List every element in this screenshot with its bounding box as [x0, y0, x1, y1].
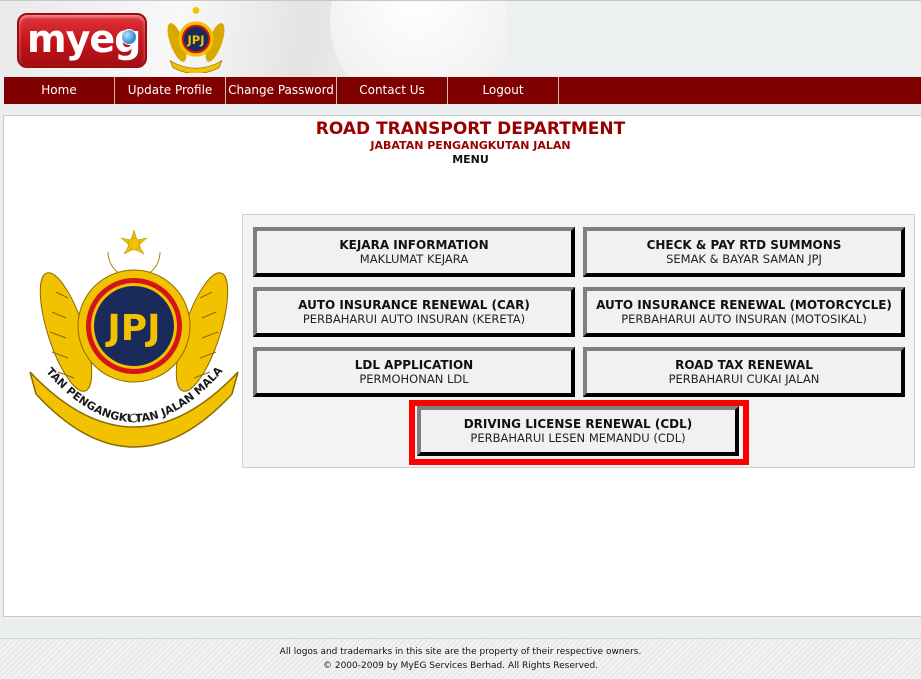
- menu-label-ms: PERBAHARUI AUTO INSURAN (KERETA): [302, 312, 526, 326]
- menu-auto-insurance-car[interactable]: AUTO INSURANCE RENEWAL (CAR) PERBAHARUI …: [253, 287, 575, 337]
- menu-label-en: LDL APPLICATION: [354, 358, 474, 372]
- menu-label-en: DRIVING LICENSE RENEWAL (CDL): [463, 417, 693, 431]
- menu-ldl-application[interactable]: LDL APPLICATION PERMOHONAN LDL: [253, 347, 575, 397]
- page-title: ROAD TRANSPORT DEPARTMENT: [315, 119, 626, 139]
- menu-panel: KEJARA INFORMATION MAKLUMAT KEJARA CHECK…: [242, 214, 915, 468]
- menu-label-en: KEJARA INFORMATION: [339, 238, 489, 252]
- menu-label-en: AUTO INSURANCE RENEWAL (CAR): [298, 298, 530, 312]
- menu-label-en: ROAD TAX RENEWAL: [675, 358, 813, 372]
- header: myeg JPJ: [0, 0, 921, 77]
- nav-home[interactable]: Home: [4, 77, 115, 104]
- footer: All logos and trademarks in this site ar…: [0, 639, 921, 679]
- menu-label-en: CHECK & PAY RTD SUMMONS: [646, 238, 842, 252]
- emblem-letters: JPJ: [104, 308, 160, 349]
- menu-check-pay-summons[interactable]: CHECK & PAY RTD SUMMONS SEMAK & BAYAR SA…: [583, 227, 905, 277]
- main-content: ROAD TRANSPORT DEPARTMENT JABATAN PENGAN…: [3, 115, 921, 617]
- section-label: MENU: [452, 153, 489, 166]
- page-heading: ROAD TRANSPORT DEPARTMENT JABATAN PENGAN…: [4, 119, 921, 167]
- menu-label-ms: PERBAHARUI AUTO INSURAN (MOTOSIKAL): [621, 312, 867, 326]
- menu-label-ms: SEMAK & BAYAR SAMAN JPJ: [666, 252, 822, 266]
- menu-label-ms: MAKLUMAT KEJARA: [359, 252, 469, 266]
- menu-label-ms: PERMOHONAN LDL: [359, 372, 469, 386]
- svg-text:JPJ: JPJ: [186, 33, 204, 47]
- footer-trademark-note: All logos and trademarks in this site ar…: [279, 647, 642, 657]
- menu-driving-license-renewal[interactable]: DRIVING LICENSE RENEWAL (CDL) PERBAHARUI…: [417, 406, 739, 456]
- nav-change-password[interactable]: Change Password: [226, 77, 337, 104]
- myeg-logo[interactable]: myeg: [17, 13, 147, 68]
- footer-divider: [0, 617, 921, 639]
- nav-bar: Home Update Profile Change Password Cont…: [4, 77, 921, 104]
- menu-label-ms: PERBAHARUI CUKAI JALAN: [668, 372, 820, 386]
- menu-kejara-information[interactable]: KEJARA INFORMATION MAKLUMAT KEJARA: [253, 227, 575, 277]
- nav-update-profile[interactable]: Update Profile: [115, 77, 226, 104]
- page-subtitle: JABATAN PENGANGKUTAN JALAN: [370, 139, 571, 152]
- globe-icon: [121, 29, 137, 45]
- jpj-emblem-icon: JPJ JABATAN PENGANGKUTAN JALAN MALAYSIA: [26, 222, 239, 448]
- nav-logout[interactable]: Logout: [448, 77, 559, 104]
- menu-auto-insurance-motorcycle[interactable]: AUTO INSURANCE RENEWAL (MOTORCYCLE) PERB…: [583, 287, 905, 337]
- menu-label-en: AUTO INSURANCE RENEWAL (MOTORCYCLE): [596, 298, 892, 312]
- menu-label-ms: PERBAHARUI LESEN MEMANDU (CDL): [470, 431, 686, 445]
- menu-road-tax-renewal[interactable]: ROAD TAX RENEWAL PERBAHARUI CUKAI JALAN: [583, 347, 905, 397]
- jpj-emblem-icon: JPJ: [167, 7, 225, 73]
- nav-contact-us[interactable]: Contact Us: [337, 77, 448, 104]
- footer-copyright: © 2000-2009 by MyEG Services Berhad. All…: [322, 661, 599, 671]
- header-banner: myeg JPJ: [0, 1, 507, 77]
